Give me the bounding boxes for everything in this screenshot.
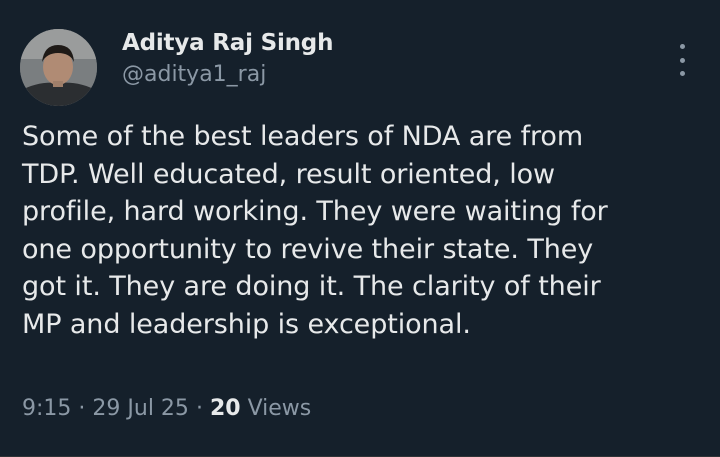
tweet-text: Some of the best leaders of NDA are from… bbox=[22, 118, 712, 343]
meta-separator: · bbox=[195, 396, 203, 421]
tweet-text-line: got it. They are doing it. The clarity o… bbox=[22, 271, 601, 302]
author-handle[interactable]: @aditya1_raj bbox=[122, 62, 266, 87]
tweet-date[interactable]: 29 Jul 25 bbox=[92, 396, 189, 421]
tweet-meta: 9:15 · 29 Jul 25 · 20 Views bbox=[22, 396, 311, 421]
views-count[interactable]: 20 bbox=[210, 396, 241, 421]
tweet-time[interactable]: 9:15 bbox=[22, 396, 71, 421]
more-vertical-icon[interactable] bbox=[670, 40, 694, 80]
author-name[interactable]: Aditya Raj Singh bbox=[122, 30, 333, 56]
tweet-text-line: profile, hard working. They were waiting… bbox=[22, 196, 608, 227]
more-dot bbox=[679, 71, 685, 76]
tweet-text-line: one opportunity to revive their state. T… bbox=[22, 233, 594, 265]
tweet-text-line: TDP. Well educated, result oriented, low bbox=[22, 158, 556, 190]
more-dot bbox=[679, 44, 685, 49]
tweet-text-line: Some of the best leaders of NDA are from bbox=[22, 121, 584, 152]
tweet-text-line: MP and leadership is exceptional. bbox=[22, 308, 471, 340]
meta-separator: · bbox=[78, 396, 86, 421]
more-dot bbox=[679, 57, 685, 63]
avatar[interactable] bbox=[20, 29, 97, 106]
views-label[interactable]: Views bbox=[248, 396, 312, 421]
tweet-card: Aditya Raj Singh @aditya1_raj Some of th… bbox=[0, 0, 720, 457]
avatar-image bbox=[20, 29, 97, 106]
